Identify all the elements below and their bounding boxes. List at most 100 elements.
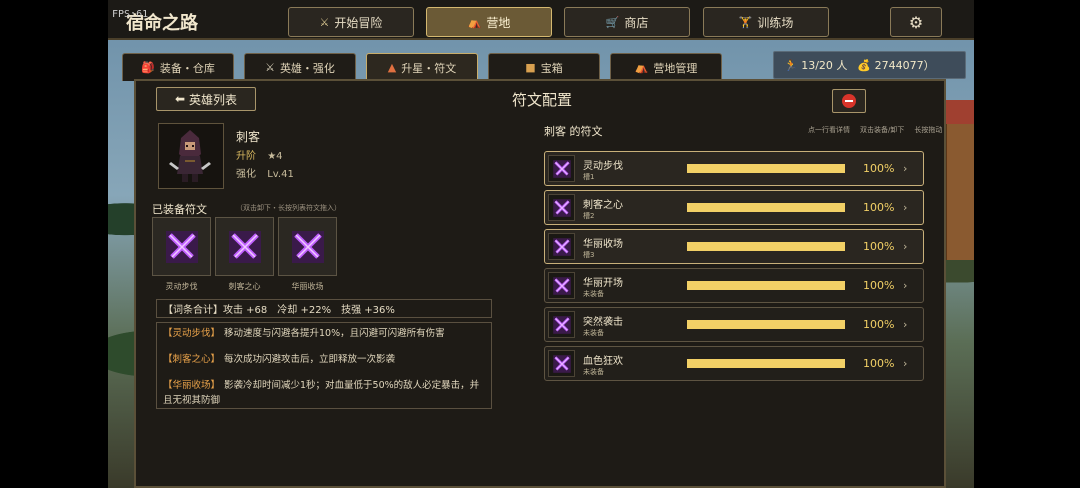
rune-progress-bar bbox=[687, 320, 845, 329]
rune-slot-3[interactable] bbox=[278, 217, 337, 276]
rune-progress-bar bbox=[687, 203, 845, 212]
rune-list-row[interactable]: 灵动步伐 槽1 100% › bbox=[544, 151, 924, 186]
rune-progress-fill bbox=[687, 281, 845, 290]
nav-label: 商店 bbox=[624, 15, 649, 30]
rune-description-text: 每次成功闪避攻击后，立即释放一次影袭 bbox=[224, 354, 396, 365]
rune-progress-bar bbox=[687, 359, 845, 368]
crossed-swords-rune-icon bbox=[548, 311, 575, 338]
rune-slot-status: 槽2 bbox=[583, 212, 595, 220]
close-button[interactable] bbox=[832, 89, 866, 113]
gear-icon: ⚙ bbox=[908, 12, 924, 32]
swords-icon: ⚔ bbox=[319, 15, 330, 29]
rune-name: 华丽开场 bbox=[583, 278, 623, 289]
rune-name: 刺客之心 bbox=[583, 200, 623, 211]
hint-long-press: 长按拖动 bbox=[914, 126, 943, 134]
rune-slot-2[interactable] bbox=[215, 217, 274, 276]
nav-shop-button[interactable]: 🛒 商店 bbox=[564, 7, 690, 37]
hint-double-click: 双击装备/卸下 bbox=[860, 126, 905, 134]
rune-list-title: 刺客 的符文 bbox=[544, 125, 603, 138]
nav-camp-button[interactable]: ⛺ 营地 bbox=[426, 7, 552, 37]
rune-progress-bar bbox=[687, 242, 845, 251]
hero-enhance: 强化 Lv.41 bbox=[236, 165, 294, 180]
back-label: 英雄列表 bbox=[189, 92, 238, 107]
swords-icon: ⚔ bbox=[265, 61, 275, 74]
close-icon bbox=[842, 94, 856, 108]
tent-icon: ⛺ bbox=[467, 15, 482, 29]
tab-hero-enhance[interactable]: ⚔ 英雄・强化 bbox=[244, 53, 356, 81]
back-to-hero-list-button[interactable]: ⬅ 英雄列表 bbox=[156, 87, 256, 111]
nav-label: 营地 bbox=[486, 15, 511, 30]
rune-slot-status: 未装备 bbox=[583, 290, 604, 298]
stat-totals: 【词条合计】攻击 +68 冷却 +22% 技强 +36% bbox=[156, 299, 492, 318]
rune-description: 【华丽收场】 影袭冷却时间减少1秒；对血量低于50%的敌人必定暴击，并且无视其防御 bbox=[163, 378, 485, 408]
rune-percent: 100% bbox=[863, 240, 895, 253]
rune-percent: 100% bbox=[863, 279, 895, 292]
enhance-label: 强化 bbox=[236, 169, 256, 180]
cart-icon: 🛒 bbox=[605, 15, 620, 29]
rune-list-row[interactable]: 华丽开场 未装备 100% › bbox=[544, 268, 924, 303]
rune-description-name: 【华丽收场】 bbox=[163, 380, 221, 391]
nav-label: 开始冒险 bbox=[334, 15, 383, 30]
people-count: 🏃 13/20 人 bbox=[784, 59, 848, 72]
resource-bar: 🏃 13/20 人 💰 2744077） bbox=[773, 51, 966, 79]
fps-counter: FPS:61 bbox=[112, 9, 149, 20]
nav-start-adventure-button[interactable]: ⚔ 开始冒险 bbox=[288, 7, 414, 37]
crossed-swords-rune-icon bbox=[548, 155, 575, 182]
settings-button[interactable]: ⚙ bbox=[890, 7, 942, 37]
gold-bag-icon: 💰 bbox=[857, 59, 872, 72]
rune-descriptions: 【灵动步伐】 移动速度与闪避各提升10%，且闪避可闪避所有伤害 【刺客之心】 每次成… bbox=[156, 322, 492, 409]
rune-description-name: 【刺客之心】 bbox=[163, 354, 221, 365]
tab-star-rune[interactable]: ▲ 升星・符文 bbox=[366, 53, 478, 81]
chevron-right-icon: › bbox=[903, 162, 908, 175]
backpack-icon: 🎒 bbox=[141, 61, 155, 74]
rune-list-row[interactable]: 血色狂欢 未装备 100% › bbox=[544, 346, 924, 381]
rune-description: 【灵动步伐】 移动速度与闪避各提升10%，且闪避可闪避所有伤害 bbox=[163, 326, 485, 341]
rank-value: ★4 bbox=[267, 151, 283, 162]
enhance-value: Lv.41 bbox=[267, 169, 294, 180]
crossed-swords-rune-icon bbox=[548, 233, 575, 260]
nav-training-button[interactable]: 🏋 训练场 bbox=[703, 7, 829, 37]
rune-list-row[interactable]: 突然袭击 未装备 100% › bbox=[544, 307, 924, 342]
rune-progress-bar bbox=[687, 164, 845, 173]
rune-slot-1[interactable] bbox=[152, 217, 211, 276]
rune-progress-fill bbox=[687, 242, 845, 251]
rune-percent: 100% bbox=[863, 318, 895, 331]
rune-percent: 100% bbox=[863, 357, 895, 370]
crossed-swords-rune-icon bbox=[548, 194, 575, 221]
rune-progress-bar bbox=[687, 281, 845, 290]
tab-chest[interactable]: ■ 宝箱 bbox=[488, 53, 600, 81]
rune-percent: 100% bbox=[863, 201, 895, 214]
rune-list-row[interactable]: 刺客之心 槽2 100% › bbox=[544, 190, 924, 225]
rune-description-text: 移动速度与闪避各提升10%，且闪避可闪避所有伤害 bbox=[224, 328, 445, 339]
flame-icon: ▲ bbox=[387, 61, 397, 74]
dumbbell-icon: 🏋 bbox=[738, 15, 753, 29]
chevron-right-icon: › bbox=[903, 357, 908, 370]
rune-name: 血色狂欢 bbox=[583, 356, 623, 367]
nav-label: 训练场 bbox=[757, 15, 794, 30]
tab-camp-management[interactable]: ⛺ 营地管理 bbox=[610, 53, 722, 81]
game-screen: 宿命之路 ⚔ 开始冒险 ⛺ 营地 🛒 商店 🏋 训练场 ⚙ 🎒 装备・仓库 ⚔ … bbox=[108, 0, 974, 488]
hint-view-details: 点一行看详情 bbox=[808, 126, 850, 134]
rank-label: 升阶 bbox=[236, 151, 256, 162]
panel-title: 符文配置 bbox=[511, 91, 572, 109]
hero-portrait bbox=[158, 123, 224, 189]
rune-name: 突然袭击 bbox=[583, 317, 623, 328]
chevron-right-icon: › bbox=[903, 240, 908, 253]
rune-name: 华丽收场 bbox=[583, 239, 623, 250]
rune-progress-fill bbox=[687, 203, 845, 212]
rune-slot-status: 槽1 bbox=[583, 173, 595, 181]
tab-label: 英雄・强化 bbox=[279, 61, 335, 75]
rune-slot-2-label: 刺客之心 bbox=[228, 282, 261, 291]
rune-config-panel: 符文配置 ⬅ 英雄列表 刺客 升阶 ★4 强化 Lv.41 已装备符文 （双击卸… bbox=[134, 79, 946, 488]
crossed-swords-rune-icon bbox=[291, 230, 324, 263]
tab-equipment-warehouse[interactable]: 🎒 装备・仓库 bbox=[122, 53, 234, 81]
arrow-left-icon: ⬅ bbox=[174, 92, 186, 106]
chevron-right-icon: › bbox=[903, 279, 908, 292]
tab-label: 升星・符文 bbox=[401, 61, 457, 75]
rune-list-row[interactable]: 华丽收场 槽3 100% › bbox=[544, 229, 924, 264]
rune-name: 灵动步伐 bbox=[583, 161, 623, 172]
background-house bbox=[939, 100, 974, 260]
rune-slot-status: 未装备 bbox=[583, 368, 604, 376]
hero-rank: 升阶 ★4 bbox=[236, 147, 283, 162]
rune-progress-fill bbox=[687, 359, 845, 368]
